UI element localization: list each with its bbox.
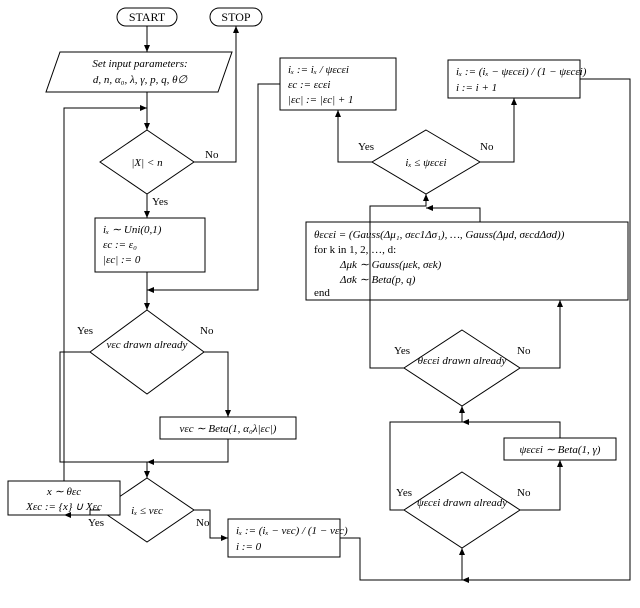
edge xyxy=(462,422,560,438)
cond-theta-label: θεcεi drawn already xyxy=(418,355,507,367)
cond-ix-psi-label: iₓ ≤ ψεcεi xyxy=(405,157,446,169)
cond-size-label: |X| < n xyxy=(131,157,163,169)
ru-l1: iₓ := (iₓ − ψεcεi) / (1 − ψεcεi) xyxy=(456,66,587,78)
cond-size: |X| < n xyxy=(100,130,194,194)
yes-label-5: Yes xyxy=(394,345,410,357)
cond-nu: νεc drawn already xyxy=(90,310,204,394)
sample-x-l1: x ∼ θεc xyxy=(46,486,81,498)
edge xyxy=(338,110,372,162)
start-label: START xyxy=(129,10,166,24)
psi-draw-node: ψεcεi ∼ Beta(1, γ) xyxy=(504,438,616,460)
theta-block: θεcεi = (Gauss(Δμ₁, σεc1Δσ₁), …, Gauss(Δ… xyxy=(306,222,628,300)
stop-node: STOP xyxy=(210,8,262,26)
no-label: No xyxy=(205,149,219,161)
ix-update-l1: iₓ := (iₓ − νεc) / (1 − νεc) xyxy=(236,525,348,537)
edge xyxy=(340,538,462,580)
start-node: START xyxy=(117,8,177,26)
ix-init-node: iₓ ∼ Uni(0,1) εc := ε₀ |εc| := 0 xyxy=(95,218,205,272)
edge xyxy=(194,26,236,162)
theta-l3: Δμk ∼ Gauss(μεk, σεk) xyxy=(339,259,442,271)
yes-label-3: Yes xyxy=(88,517,104,529)
yes-label-2: Yes xyxy=(77,325,93,337)
cond-nu-l1: νεc drawn already xyxy=(107,339,188,351)
edge xyxy=(426,208,480,222)
no-label-4: No xyxy=(517,487,531,499)
params-vars: d, n, α₀, λ, γ, p, q, θ∅ xyxy=(93,74,188,86)
no-label-2: No xyxy=(200,325,214,337)
theta-l1: θεcεi = (Gauss(Δμ₁, σεc1Δσ₁), …, Gauss(Δ… xyxy=(314,229,565,241)
no-label-5: No xyxy=(517,345,531,357)
ix-init-l3: |εc| := 0 xyxy=(103,254,141,266)
lu-l3: |εc| := |εc| + 1 xyxy=(288,94,354,106)
ix-init-l2: εc := ε₀ xyxy=(103,239,137,251)
flowchart-canvas: START STOP Set input parameters: d, n, α… xyxy=(0,0,640,608)
cond-ix-nu-label: iₓ ≤ νεc xyxy=(131,505,163,517)
edge xyxy=(520,460,560,510)
params-title: Set input parameters: xyxy=(92,58,187,70)
stop-label: STOP xyxy=(221,10,250,24)
lu-l2: εc := εcεi xyxy=(288,79,330,91)
ix-update-l2: i := 0 xyxy=(236,541,262,553)
theta-l4: Δσk ∼ Beta(p, q) xyxy=(339,274,416,286)
nu-draw-label: νεc ∼ Beta(1, α₀λ|εc|) xyxy=(180,423,277,435)
yes-label-6: Yes xyxy=(358,141,374,153)
lu-l1: iₓ := iₓ / ψεcεi xyxy=(288,64,349,76)
edge xyxy=(204,352,228,417)
left-update-node: iₓ := iₓ / ψεcεi εc := εcεi |εc| := |εc|… xyxy=(280,58,396,110)
cond-psi-label: ψεcεi drawn already xyxy=(417,497,507,509)
nu-draw-node: νεc ∼ Beta(1, α₀λ|εc|) xyxy=(160,417,296,439)
theta-l5: end xyxy=(314,287,330,299)
cond-ix-psi: iₓ ≤ ψεcεi xyxy=(372,130,480,194)
ix-init-l1: iₓ ∼ Uni(0,1) xyxy=(103,224,162,236)
edge xyxy=(147,439,228,462)
sample-x-node: x ∼ θεc Xεc := {x} ∪ Xεc xyxy=(8,481,120,515)
edge xyxy=(520,300,560,368)
cond-theta: θεcεi drawn already xyxy=(404,330,520,406)
yes-label-4: Yes xyxy=(396,487,412,499)
theta-l2: for k in 1, 2, …, d: xyxy=(314,244,396,256)
params-node: Set input parameters: d, n, α₀, λ, γ, p,… xyxy=(46,52,232,92)
ix-update-node: iₓ := (iₓ − νεc) / (1 − νεc) i := 0 xyxy=(228,519,348,557)
cond-psi: ψεcεi drawn already xyxy=(404,472,520,548)
ru-l2: i := i + 1 xyxy=(456,82,497,94)
no-label-6: No xyxy=(480,141,494,153)
yes-label: Yes xyxy=(152,196,168,208)
right-update-node: iₓ := (iₓ − ψεcεi) / (1 − ψεcεi) i := i … xyxy=(448,60,587,98)
psi-draw-label: ψεcεi ∼ Beta(1, γ) xyxy=(520,444,601,456)
no-label-3: No xyxy=(196,517,210,529)
